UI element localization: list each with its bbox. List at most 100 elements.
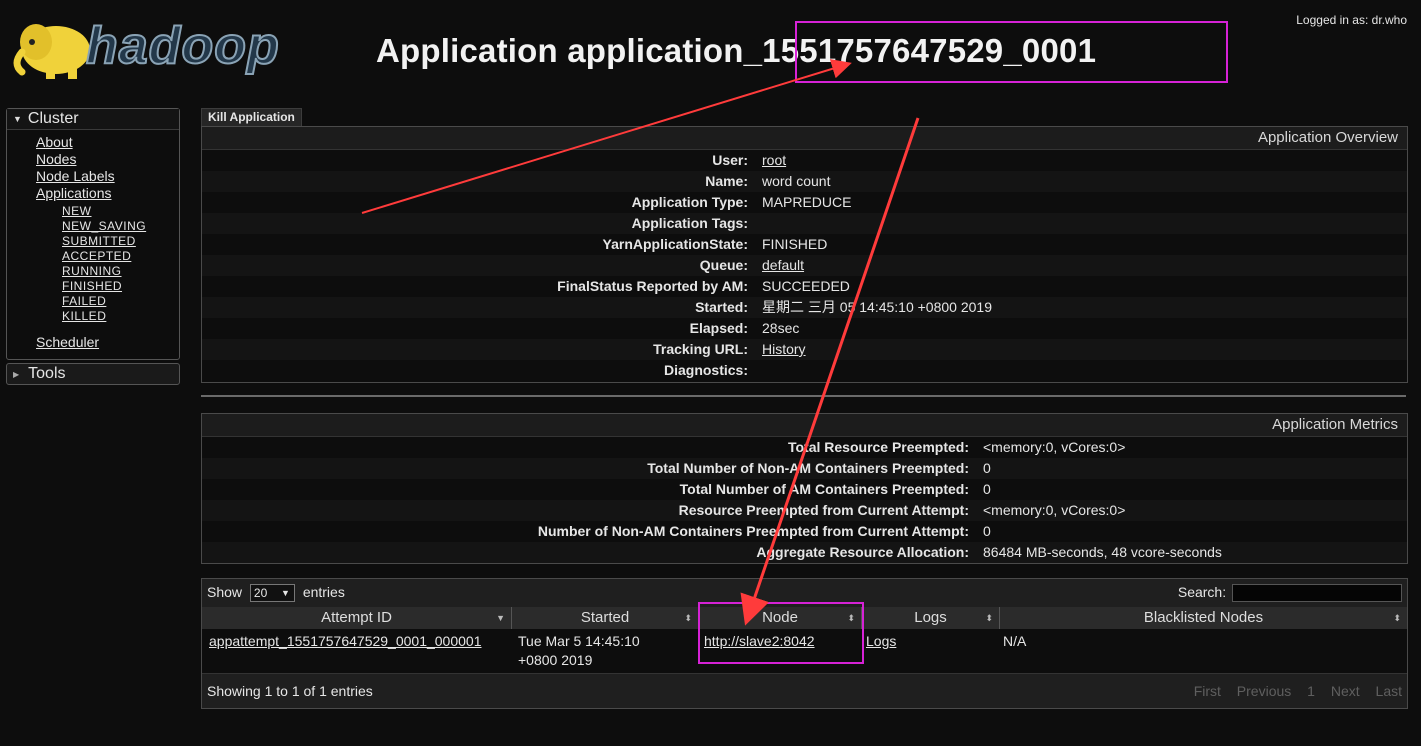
metric-row: Resource Preempted from Current Attempt:…	[202, 500, 1407, 521]
node-highlight-box	[698, 602, 864, 664]
pager-first[interactable]: First	[1194, 683, 1221, 699]
search-label: Search:	[1177, 583, 1227, 600]
info-row: Application Tags:	[202, 213, 1407, 234]
queue-link[interactable]: default	[762, 257, 804, 273]
nav-node-labels[interactable]: Node Labels	[36, 168, 179, 185]
metric-row: Aggregate Resource Allocation: 86484 MB-s…	[202, 542, 1407, 563]
nav-state-finished[interactable]: FINISHED	[62, 279, 179, 294]
info-key: FinalStatus Reported by AM:	[557, 278, 748, 294]
nav-applications[interactable]: Applications	[36, 185, 179, 202]
logo-text: hadoop	[85, 16, 280, 76]
col-attempt-id[interactable]: Attempt ID ▼	[202, 607, 512, 629]
metric-value: 0	[983, 460, 991, 476]
info-key: Tracking URL:	[653, 341, 748, 357]
user-link[interactable]: root	[762, 152, 786, 168]
logs-link[interactable]: Logs	[866, 633, 896, 649]
dropdown-arrow-icon: ▼	[281, 588, 290, 599]
metric-value: 86484 MB-seconds, 48 vcore-seconds	[983, 544, 1222, 560]
info-key: Diagnostics:	[663, 362, 748, 378]
metrics-rows: Total Resource Preempted: <memory:0, vCor…	[202, 437, 1407, 563]
logged-in-user: Logged in as: dr.who	[1296, 13, 1407, 27]
metric-value: 0	[983, 481, 991, 497]
pager-last[interactable]: Last	[1376, 683, 1402, 699]
info-key: User:	[712, 152, 748, 168]
info-row: User: root	[202, 150, 1407, 171]
info-row: Application Type: MAPREDUCE	[202, 192, 1407, 213]
triangle-down-icon: ▼	[13, 114, 22, 124]
info-value: FINISHED	[762, 236, 828, 252]
metric-value: 0	[983, 523, 991, 539]
info-value	[762, 360, 1407, 381]
metric-value: <memory:0, vCores:0>	[983, 502, 1126, 518]
page-size-control: Show 20 ▼ entries	[207, 584, 345, 603]
info-row: Tracking URL: History	[202, 339, 1407, 360]
page-size-select[interactable]: 20 ▼	[249, 584, 295, 603]
nav-scheduler[interactable]: Scheduler	[36, 334, 179, 351]
metric-row: Total Number of Non-AM Containers Preemp…	[202, 458, 1407, 479]
info-row: Elapsed: 28sec	[202, 318, 1407, 339]
info-key: Name:	[705, 173, 748, 189]
nav-state-new[interactable]: NEW	[62, 204, 179, 219]
info-value: 28sec	[762, 320, 800, 336]
nav-state-killed[interactable]: KILLED	[62, 309, 179, 324]
col-label: Logs	[914, 609, 947, 626]
cluster-header[interactable]: ▼ Cluster	[7, 109, 179, 130]
cluster-label: Cluster	[27, 110, 79, 127]
nav-state-new-saving[interactable]: NEW_SAVING	[62, 219, 179, 234]
metric-key: Number of Non-AM Containers Preempted fr…	[537, 523, 969, 539]
info-key: Application Tags:	[631, 215, 748, 231]
info-row: FinalStatus Reported by AM: SUCCEEDED	[202, 276, 1407, 297]
col-label: Started	[580, 609, 630, 626]
info-row: Name: word count	[202, 171, 1407, 192]
nav-state-running[interactable]: RUNNING	[62, 264, 179, 279]
tools-header[interactable]: ▶ Tools	[6, 363, 180, 385]
info-key: Application Type:	[631, 194, 748, 210]
nav-nodes[interactable]: Nodes	[36, 151, 179, 168]
info-key: Elapsed:	[689, 320, 748, 336]
pager-previous[interactable]: Previous	[1237, 683, 1291, 699]
col-label: Attempt ID	[321, 609, 392, 626]
col-logs[interactable]: Logs ⬍	[862, 607, 1000, 629]
pagination: First Previous 1 Next Last	[1182, 683, 1402, 699]
blacklisted-nodes-value: N/A	[1003, 633, 1027, 649]
metric-key: Total Resource Preempted:	[787, 439, 969, 455]
kill-application-button[interactable]: Kill Application	[201, 108, 302, 126]
application-overview-panel: Application Overview User: root Name: word…	[201, 126, 1408, 383]
sort-desc-icon: ▼	[496, 613, 505, 623]
pager-page-1[interactable]: 1	[1307, 683, 1315, 699]
overview-heading: Application Overview	[202, 127, 1407, 150]
divider	[201, 395, 1406, 397]
table-footer: Showing 1 to 1 of 1 entries First Previo…	[202, 673, 1407, 708]
col-started[interactable]: Started ⬍	[512, 607, 699, 629]
attempt-id-link[interactable]: appattempt_1551757647529_0001_000001	[209, 633, 482, 649]
col-label: Blacklisted Nodes	[1143, 609, 1264, 626]
page-size-value: 20	[253, 586, 268, 601]
started-line2: +0800 2019	[518, 652, 593, 668]
nav-state-submitted[interactable]: SUBMITTED	[62, 234, 179, 249]
tracking-url-link[interactable]: History	[762, 341, 806, 357]
tools-label: Tools	[28, 365, 66, 382]
info-value	[762, 213, 1407, 234]
table-info: Showing 1 to 1 of 1 entries	[207, 683, 373, 699]
triangle-right-icon: ▶	[13, 369, 20, 379]
col-blacklisted-nodes[interactable]: Blacklisted Nodes ⬍	[1000, 607, 1407, 629]
nav-state-accepted[interactable]: ACCEPTED	[62, 249, 179, 264]
overview-rows: User: root Name: word count Application Ty…	[202, 150, 1407, 381]
info-value: word count	[762, 173, 831, 189]
nav-about[interactable]: About	[36, 134, 179, 151]
metric-row: Number of Non-AM Containers Preempted fr…	[202, 521, 1407, 542]
pager-next[interactable]: Next	[1331, 683, 1360, 699]
cluster-nav: ▼ Cluster About Nodes Node Labels Applic…	[6, 108, 180, 360]
info-row: Queue: default	[202, 255, 1407, 276]
title-id-highlight-box	[795, 21, 1228, 83]
nav-state-failed[interactable]: FAILED	[62, 294, 179, 309]
search-input[interactable]	[1232, 584, 1402, 603]
info-value: SUCCEEDED	[762, 278, 850, 294]
metric-key: Total Number of Non-AM Containers Preemp…	[647, 460, 969, 476]
info-key: Queue:	[699, 257, 748, 273]
info-value: MAPREDUCE	[762, 194, 852, 210]
sort-icon: ⬍	[985, 613, 993, 623]
info-row: Diagnostics:	[202, 360, 1407, 381]
application-metrics-panel: Application Metrics Total Resource Preem…	[201, 413, 1408, 564]
metric-key: Aggregate Resource Allocation:	[756, 544, 969, 560]
